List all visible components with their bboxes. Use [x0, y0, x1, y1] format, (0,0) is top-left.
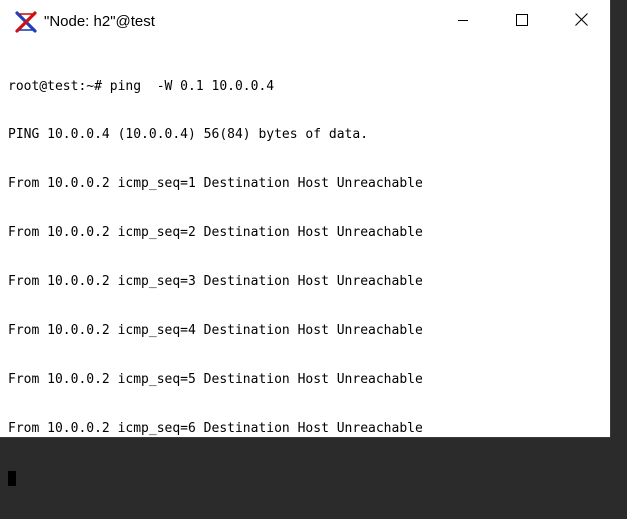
close-icon: [574, 13, 588, 31]
xterm-x-icon[interactable]: [15, 11, 37, 33]
terminal-output[interactable]: root@test:~# ping -W 0.1 10.0.0.4 PING 1…: [8, 46, 606, 486]
terminal-line: From 10.0.0.2 icmp_seq=2 Destination Hos…: [8, 225, 423, 241]
text-cursor: [8, 470, 16, 486]
minimize-icon: [457, 13, 469, 31]
terminal-window: "Node: h2"@test root@test:~# ping -W 0.1…: [0, 0, 611, 486]
terminal-line: root@test:~# ping -W 0.1 10.0.0.4: [8, 78, 275, 94]
terminal-line: From 10.0.0.2 icmp_seq=4 Destination Hos…: [8, 323, 423, 339]
maximize-icon: [516, 13, 528, 31]
terminal-line: From 10.0.0.2 icmp_seq=6 Destination Hos…: [8, 420, 423, 436]
terminal-line: From 10.0.0.2 icmp_seq=5 Destination Hos…: [8, 371, 423, 387]
maximize-button[interactable]: [493, 0, 551, 44]
close-button[interactable]: [552, 0, 610, 44]
terminal-line: From 10.0.0.2 icmp_seq=3 Destination Hos…: [8, 274, 423, 290]
terminal-line: PING 10.0.0.4 (10.0.0.4) 56(84) bytes of…: [8, 127, 369, 143]
minimize-button[interactable]: [434, 0, 492, 44]
cursor-line: [8, 470, 606, 486]
title-bar[interactable]: "Node: h2"@test: [0, 0, 610, 44]
window-title: "Node: h2"@test: [44, 13, 155, 30]
terminal-line: From 10.0.0.2 icmp_seq=1 Destination Hos…: [8, 176, 423, 192]
